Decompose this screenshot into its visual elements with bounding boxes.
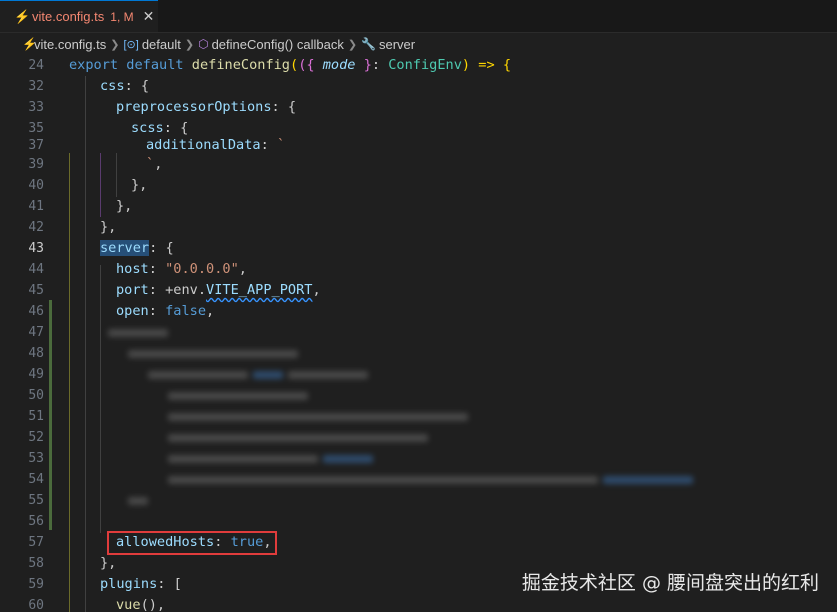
line-number: 49 [28, 367, 44, 382]
code-text: }, [116, 198, 133, 214]
line-number: 45 [28, 283, 44, 298]
line-number: 42 [28, 220, 44, 235]
line-number: 44 [28, 262, 44, 277]
code-text: vue(), [116, 597, 166, 612]
code-text: `, [146, 156, 163, 172]
watermark: 掘金技术社区 @ 腰间盘突出的红利 [521, 572, 819, 594]
breadcrumb-item-default[interactable]: default [142, 37, 181, 52]
code-text: server: { [100, 240, 174, 256]
line-number: 37 [28, 138, 44, 153]
close-icon[interactable]: ✕ [143, 8, 155, 25]
code-line: 42 }, [0, 217, 837, 238]
chevron-right-icon: ❯ [110, 38, 120, 51]
code-text: host: "0.0.0.0", [116, 261, 247, 277]
code-line: 32 css: { [0, 76, 837, 97]
breadcrumb-item-callback[interactable]: defineConfig() callback [212, 37, 344, 52]
code-line: 44 host: "0.0.0.0", [0, 259, 837, 280]
code-text: additionalData: ` [146, 137, 286, 153]
editor-tab-bar: ⚡ vite.config.ts 1, M ✕ [0, 0, 837, 33]
code-text: plugins: [ [100, 576, 182, 592]
line-number: 33 [28, 100, 44, 115]
line-number: 43 [28, 241, 44, 256]
tab-status-badge: 1, M [110, 9, 134, 24]
line-number: 59 [28, 577, 44, 592]
code-text: export default defineConfig(({ mode }: C… [69, 57, 512, 73]
highlight-annotation-box [107, 531, 277, 555]
chevron-right-icon: ❯ [347, 38, 358, 51]
wrench-icon: 🔧 [361, 37, 376, 51]
blurred-code-region [108, 322, 748, 512]
code-line: 39 `, [0, 154, 837, 175]
code-line: 45 port: +env.VITE_APP_PORT, [0, 280, 837, 301]
lightning-file-icon: ⚡ [22, 37, 37, 51]
code-editor[interactable]: 24 export default defineConfig(({ mode }… [0, 55, 837, 612]
line-number: 56 [28, 514, 44, 529]
line-number: 46 [28, 304, 44, 319]
line-number: 53 [28, 451, 44, 466]
chevron-right-icon: ❯ [184, 38, 195, 51]
code-text: }, [131, 177, 148, 193]
code-text: }, [100, 555, 117, 571]
line-number: 55 [28, 493, 44, 508]
line-number: 48 [28, 346, 44, 361]
line-number: 54 [28, 472, 44, 487]
breadcrumb: ⚡ vite.config.ts ❯ [⊙] default ❯ ⬡ defin… [0, 33, 837, 55]
line-number: 57 [28, 535, 44, 550]
code-line: 33 preprocessorOptions: { [0, 97, 837, 118]
code-line: 24 export default defineConfig(({ mode }… [0, 55, 837, 76]
line-number: 47 [28, 325, 44, 340]
line-number: 32 [28, 79, 44, 94]
code-line: 37 additionalData: ` [0, 135, 837, 156]
line-number: 39 [28, 157, 44, 172]
tab-filename: vite.config.ts [32, 9, 105, 24]
code-line: 46 open: false, [0, 301, 837, 322]
line-number: 41 [28, 199, 44, 214]
line-number: 40 [28, 178, 44, 193]
line-number: 50 [28, 388, 44, 403]
breadcrumb-file[interactable]: vite.config.ts [34, 37, 106, 52]
line-number: 51 [28, 409, 44, 424]
code-text: }, [100, 219, 117, 235]
lightning-file-icon: ⚡ [14, 8, 31, 24]
line-number: 58 [28, 556, 44, 571]
line-number: 24 [28, 58, 44, 73]
code-text: port: +env.VITE_APP_PORT, [116, 282, 321, 298]
breadcrumb-item-server[interactable]: server [379, 37, 415, 52]
code-line: 60 vue(), [0, 595, 837, 612]
cube-icon: ⬡ [198, 37, 209, 51]
tab-vite-config[interactable]: ⚡ vite.config.ts 1, M ✕ [0, 0, 158, 32]
code-text: preprocessorOptions: { [116, 99, 297, 115]
code-line: 40 }, [0, 175, 837, 196]
line-number: 52 [28, 430, 44, 445]
code-line: 43 server: { [0, 238, 837, 259]
code-line: 56 [0, 511, 837, 532]
code-line: 41 }, [0, 196, 837, 217]
code-text: open: false, [116, 303, 215, 319]
line-number: 60 [28, 598, 44, 612]
code-text: css: { [100, 78, 150, 94]
variable-icon: [⊙] [123, 38, 139, 51]
